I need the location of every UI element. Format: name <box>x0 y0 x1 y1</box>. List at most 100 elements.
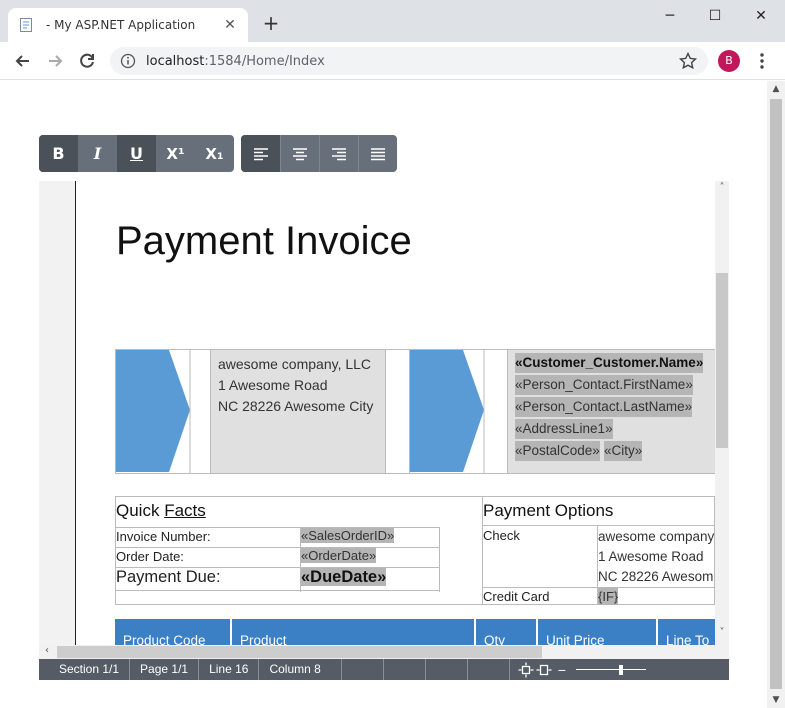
order-date-row: Order Date: «OrderDate» <box>116 547 440 568</box>
fit-width-icon[interactable] <box>536 662 552 678</box>
company-name: awesome company, LLC <box>218 356 372 372</box>
format-toolbar: B I U X¹ X₁ <box>39 135 234 172</box>
merge-field-sales-order-id[interactable]: «SalesOrderID» <box>301 528 395 543</box>
editor-vertical-scrollbar[interactable]: ˄ ˅ <box>715 181 729 647</box>
align-toolbar <box>241 135 397 172</box>
status-line: Line 16 <box>199 659 260 680</box>
editor-status-bar: Section 1/1 Page 1/1 Line 16 Column 8 − <box>39 659 729 680</box>
browser-tab[interactable]: - My ASP.NET Application ✕ <box>8 8 248 42</box>
superscript-button[interactable]: X¹ <box>156 135 195 172</box>
maximize-button[interactable]: ☐ <box>700 4 730 28</box>
company-logo-cell <box>116 350 211 473</box>
close-tab-icon[interactable]: ✕ <box>222 17 238 33</box>
align-center-button[interactable] <box>280 135 319 172</box>
status-empty <box>342 659 384 680</box>
browser-menu-icon[interactable] <box>752 50 772 72</box>
scroll-left-icon[interactable]: ‹ <box>41 645 53 657</box>
new-tab-button[interactable]: + <box>260 12 282 34</box>
url-path: :1584/Home/Index <box>204 53 325 69</box>
order-date-label: Order Date: <box>116 549 184 564</box>
info-icon[interactable] <box>120 53 136 69</box>
scroll-up-icon[interactable]: ▲ <box>770 83 782 95</box>
customer-address-cell[interactable]: «Customer_Customer.Name» «Person_Contact… <box>508 350 716 473</box>
status-empty <box>384 659 426 680</box>
chevron-logo-icon <box>116 350 191 473</box>
merge-field-city[interactable]: «City» <box>603 441 643 461</box>
page-scrollbar-thumb[interactable] <box>770 99 782 689</box>
status-section: Section 1/1 <box>39 659 131 680</box>
check-company: awesome company <box>598 529 715 544</box>
quick-facts-table[interactable]: Quick Facts Invoice Number: «SalesOrderI… <box>115 496 716 605</box>
credit-card-label: Credit Card <box>483 589 550 604</box>
payment-options-title: Payment Options <box>483 501 614 520</box>
merge-field-order-date[interactable]: «OrderDate» <box>301 548 377 563</box>
page-scrollbar[interactable]: ▲ ▼ <box>767 81 785 708</box>
align-center-icon <box>293 147 307 160</box>
page-icon <box>20 18 32 32</box>
check-address: awesome company 1 Awesome Road NC 28226 … <box>598 527 716 587</box>
row-divider <box>482 525 716 526</box>
company-address-cell[interactable]: awesome company, LLC 1 Awesome Road NC 2… <box>211 350 386 473</box>
italic-button[interactable]: I <box>78 135 117 172</box>
editor-hscroll-thumb[interactable] <box>57 646 542 658</box>
merge-field-customer-name[interactable]: «Customer_Customer.Name» <box>515 353 704 373</box>
header-table[interactable]: awesome company, LLC 1 Awesome Road NC 2… <box>115 349 716 474</box>
back-arrow-icon[interactable] <box>12 50 34 72</box>
bold-button[interactable]: B <box>39 135 78 172</box>
bookmark-star-icon[interactable] <box>678 51 698 71</box>
invoice-number-label: Invoice Number: <box>116 529 211 544</box>
payment-due-label: Payment Due: <box>116 568 221 586</box>
quick-facts-title: Quick Facts <box>116 501 206 520</box>
customer-logo-cell <box>410 350 508 473</box>
zoom-slider[interactable] <box>576 664 647 676</box>
company-street: 1 Awesome Road <box>218 377 328 393</box>
align-left-icon <box>253 147 268 160</box>
align-right-button[interactable] <box>319 135 358 172</box>
document-editor[interactable]: Payment Invoice awesome company, LLC 1 A… <box>39 181 729 659</box>
scroll-down-icon[interactable]: ▼ <box>770 694 782 706</box>
status-page: Page 1/1 <box>130 659 200 680</box>
chevron-logo-icon <box>410 350 485 473</box>
scroll-up-icon[interactable]: ˄ <box>716 182 728 194</box>
browser-titlebar: - My ASP.NET Application ✕ + ─ ☐ ✕ <box>0 0 785 42</box>
forward-arrow-icon[interactable] <box>44 50 66 72</box>
check-street: 1 Awesome Road <box>598 549 704 564</box>
merge-field-postal-code[interactable]: «PostalCode» <box>515 441 600 461</box>
spacer-cell <box>386 350 410 473</box>
merge-field-due-date[interactable]: «DueDate» <box>301 568 387 586</box>
document-title[interactable]: Payment Invoice <box>116 219 412 264</box>
check-city: NC 28226 Awesom <box>598 569 714 584</box>
profile-avatar[interactable]: B <box>718 50 740 72</box>
document-page[interactable]: Payment Invoice awesome company, LLC 1 A… <box>76 181 716 659</box>
scroll-down-icon[interactable]: ˅ <box>716 627 728 639</box>
check-label: Check <box>483 528 520 543</box>
fit-page-icon[interactable] <box>518 662 534 678</box>
editor-horizontal-scrollbar[interactable]: ‹ <box>39 645 729 659</box>
close-window-button[interactable]: ✕ <box>746 4 776 28</box>
status-empty <box>426 659 468 680</box>
underline-button[interactable]: U <box>117 135 156 172</box>
zoom-slider-thumb[interactable] <box>619 664 624 675</box>
url-input[interactable]: localhost:1584/Home/Index <box>110 47 708 75</box>
justify-button[interactable] <box>358 135 397 172</box>
tab-title: - My ASP.NET Application <box>46 18 196 32</box>
justify-icon <box>371 147 385 160</box>
reload-icon[interactable] <box>76 50 98 72</box>
invoice-number-row: Invoice Number: «SalesOrderID» <box>116 527 440 548</box>
align-right-icon <box>332 147 346 160</box>
address-bar: localhost:1584/Home/Index <box>0 42 785 80</box>
minimize-button[interactable]: ─ <box>655 4 685 28</box>
merge-field-address[interactable]: «AddressLine1» <box>515 419 613 439</box>
url-host: localhost <box>146 53 205 69</box>
zoom-out-icon[interactable]: − <box>558 662 566 678</box>
payment-due-row: Payment Due: «DueDate» <box>116 567 440 592</box>
editor-vscroll-thumb[interactable] <box>716 273 728 448</box>
merge-field-first-name[interactable]: «Person_Contact.FirstName» <box>515 375 693 395</box>
merge-field-last-name[interactable]: «Person_Contact.LastName» <box>515 397 693 417</box>
subscript-button[interactable]: X₁ <box>195 135 234 172</box>
company-city: NC 28226 Awesome City <box>218 398 374 414</box>
status-column: Column 8 <box>259 659 342 680</box>
align-left-button[interactable] <box>241 135 280 172</box>
if-field[interactable]: {IF} <box>598 588 619 605</box>
status-empty <box>468 659 510 680</box>
